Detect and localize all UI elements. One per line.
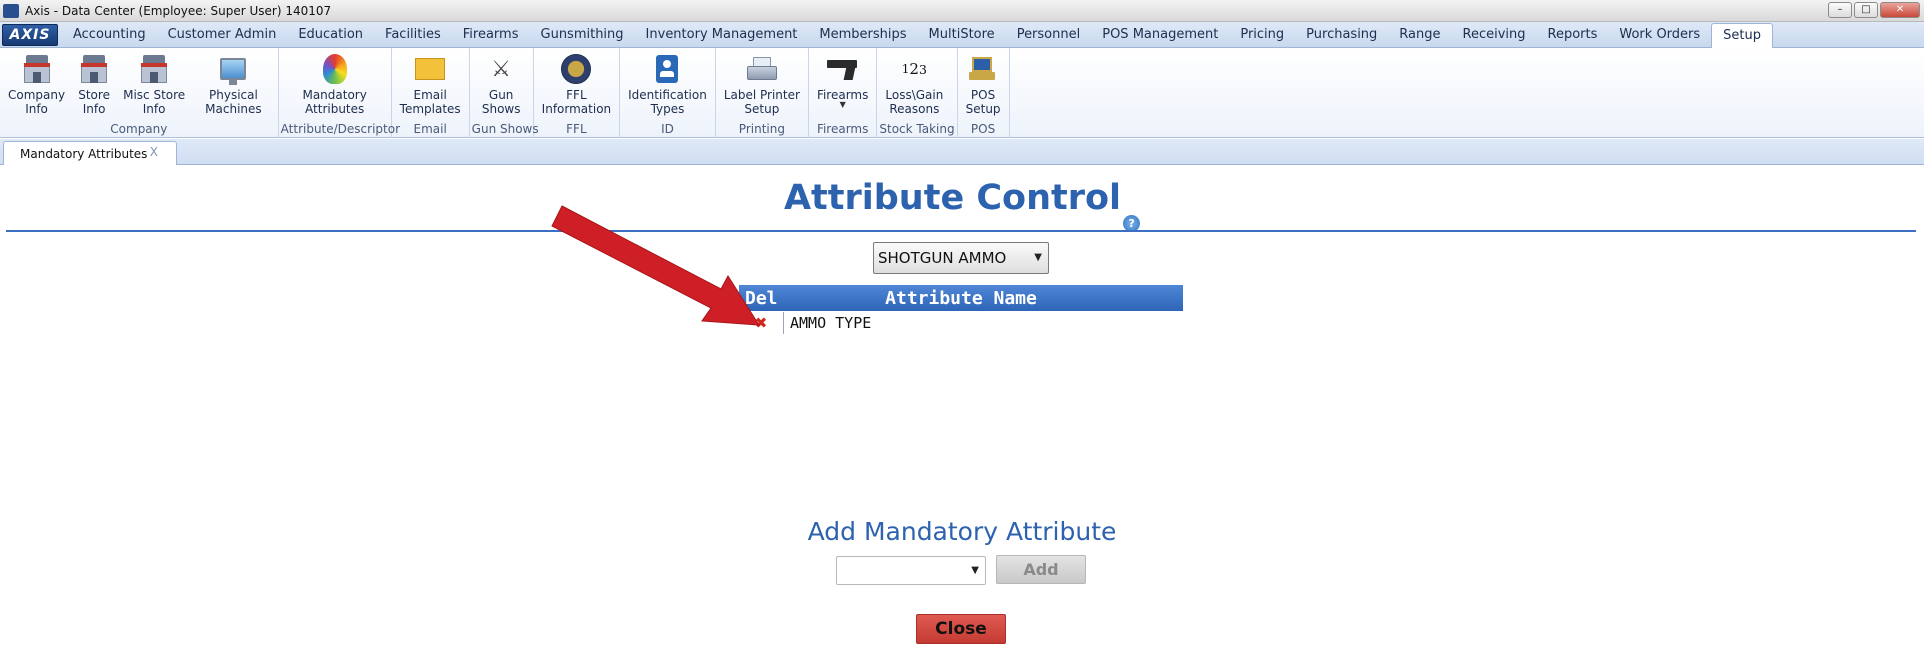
seal-icon	[561, 54, 592, 84]
group-label-printing: Printing	[738, 122, 785, 136]
misc-store-icon	[141, 55, 168, 83]
ribbon-group-stocktaking: 123 Loss\Gain Reasons Stock Taking	[877, 48, 958, 138]
title-divider	[6, 230, 1916, 232]
window-title: Axis - Data Center (Employee: Super User…	[25, 3, 332, 18]
chevron-down-icon: ▼	[1034, 252, 1042, 263]
close-button[interactable]: Close	[916, 614, 1006, 644]
category-select-value: SHOTGUN AMMO	[878, 249, 1007, 267]
tab-multistore[interactable]: MultiStore	[918, 23, 1006, 47]
page-title-text: Attribute Control	[783, 178, 1122, 218]
tab-purchasing[interactable]: Purchasing	[1295, 23, 1388, 47]
pos-setup-button[interactable]: POS Setup	[960, 48, 1007, 122]
add-button[interactable]: Add	[996, 555, 1086, 584]
firearms-dropdown-button[interactable]: Firearms ▼	[811, 48, 874, 122]
group-label-company: Company	[110, 122, 168, 136]
add-mandatory-attribute-heading: Add Mandatory Attribute	[807, 517, 1117, 546]
identification-types-button[interactable]: Identification Types	[622, 48, 713, 122]
chevron-down-icon: ▼	[839, 100, 846, 109]
numbers-icon: 123	[901, 60, 927, 78]
gun-shows-button[interactable]: ⚔ Gun Shows	[476, 48, 527, 122]
company-info-button[interactable]: Company Info	[2, 48, 71, 122]
doc-tab-label: Mandatory Attributes	[20, 146, 148, 161]
tab-facilities[interactable]: Facilities	[374, 23, 452, 47]
app-icon	[3, 3, 19, 18]
loss-gain-reasons-button[interactable]: 123 Loss\Gain Reasons	[879, 48, 949, 122]
tab-firearms[interactable]: Firearms	[452, 23, 530, 47]
tab-personnel[interactable]: Personnel	[1006, 23, 1092, 47]
misc-store-info-button[interactable]: Misc Store Info	[117, 48, 191, 122]
printer-icon	[746, 57, 777, 81]
tab-work-orders[interactable]: Work Orders	[1608, 23, 1711, 47]
ribbon: Company Info Store Info Misc Store Info …	[0, 48, 1924, 138]
attribute-grid-header: Del Attribute Name	[739, 285, 1183, 311]
attribute-name-cell: AMMO TYPE	[790, 314, 872, 332]
chevron-down-icon: ▼	[971, 565, 979, 576]
menu-bar: AXIS Accounting Customer Admin Education…	[0, 22, 1924, 48]
envelope-icon	[415, 58, 446, 80]
group-label-stocktaking: Stock Taking	[879, 122, 955, 136]
tab-pos-management[interactable]: POS Management	[1091, 23, 1229, 47]
window-controls: – □ ✕	[1828, 2, 1920, 18]
doc-tab-close-icon[interactable]: X	[150, 145, 158, 159]
physical-machines-button[interactable]: Physical Machines	[191, 48, 275, 122]
monitor-icon	[220, 58, 247, 85]
close-window-button[interactable]: ✕	[1880, 2, 1920, 18]
axis-logo[interactable]: AXIS	[2, 24, 58, 46]
ribbon-group-email: Email Templates Email	[392, 48, 470, 138]
group-label-id: ID	[661, 122, 674, 136]
category-select[interactable]: SHOTGUN AMMO ▼	[873, 242, 1049, 274]
tab-range[interactable]: Range	[1388, 23, 1451, 47]
annotation-arrow-icon	[551, 205, 760, 326]
doc-tab-mandatory-attributes[interactable]: Mandatory Attributes X	[3, 141, 177, 165]
ribbon-group-gunshows: ⚔ Gun Shows Gun Shows	[470, 48, 539, 138]
building-icon	[23, 55, 50, 83]
ribbon-group-attribute: Mandatory Attributes Attribute/Descripto…	[279, 48, 401, 138]
group-label-pos: POS	[970, 122, 996, 136]
email-templates-button[interactable]: Email Templates	[394, 48, 467, 122]
group-label-ffl: FFL	[566, 122, 587, 136]
tab-pricing[interactable]: Pricing	[1229, 23, 1295, 47]
group-label-gunshows: Gun Shows	[471, 122, 539, 136]
group-label-firearms: Firearms	[816, 122, 869, 136]
column-header-attribute-name: Attribute Name	[885, 287, 1037, 309]
group-label-attribute: Attribute/Descriptor	[280, 122, 401, 136]
document-tab-strip: Mandatory Attributes X	[0, 139, 1924, 165]
ribbon-group-pos: POS Setup POS	[958, 48, 1010, 138]
tab-setup[interactable]: Setup	[1711, 23, 1774, 48]
ribbon-group-company: Company Info Store Info Misc Store Info …	[0, 48, 279, 138]
ribbon-group-ffl: FFL Information FFL	[534, 48, 621, 138]
rainbow-feather-icon	[322, 54, 347, 84]
maximize-button[interactable]: □	[1854, 2, 1878, 18]
ffl-information-button[interactable]: FFL Information	[536, 48, 617, 122]
store-info-button[interactable]: Store Info	[71, 48, 117, 122]
group-label-email: Email	[413, 122, 447, 136]
id-badge-icon	[656, 55, 679, 83]
tab-receiving[interactable]: Receiving	[1452, 23, 1537, 47]
page-title: Attribute Control?	[0, 178, 1924, 232]
ribbon-group-id: Identification Types ID	[620, 48, 716, 138]
tab-customer-admin[interactable]: Customer Admin	[157, 23, 288, 47]
pistol-icon	[826, 58, 859, 80]
tab-gunsmithing[interactable]: Gunsmithing	[530, 23, 635, 47]
app-window: Axis - Data Center (Employee: Super User…	[0, 0, 1924, 650]
label-printer-setup-button[interactable]: Label Printer Setup	[718, 48, 806, 122]
store-icon	[81, 55, 108, 83]
add-attribute-select[interactable]: ▼	[836, 556, 986, 585]
pos-terminal-icon	[969, 57, 997, 81]
tab-accounting[interactable]: Accounting	[62, 23, 157, 47]
ribbon-group-firearms: Firearms ▼ Firearms	[809, 48, 878, 138]
crossed-guns-icon: ⚔	[491, 56, 512, 82]
minimize-button[interactable]: –	[1828, 2, 1852, 18]
ribbon-group-printing: Label Printer Setup Printing	[716, 48, 809, 138]
mandatory-attributes-button[interactable]: Mandatory Attributes	[296, 48, 372, 122]
tab-reports[interactable]: Reports	[1537, 23, 1609, 47]
title-bar: Axis - Data Center (Employee: Super User…	[0, 0, 1924, 22]
tab-memberships[interactable]: Memberships	[808, 23, 917, 47]
tab-inventory-management[interactable]: Inventory Management	[635, 23, 809, 47]
tab-education[interactable]: Education	[287, 23, 374, 47]
table-row: ✖ AMMO TYPE	[739, 312, 1183, 334]
